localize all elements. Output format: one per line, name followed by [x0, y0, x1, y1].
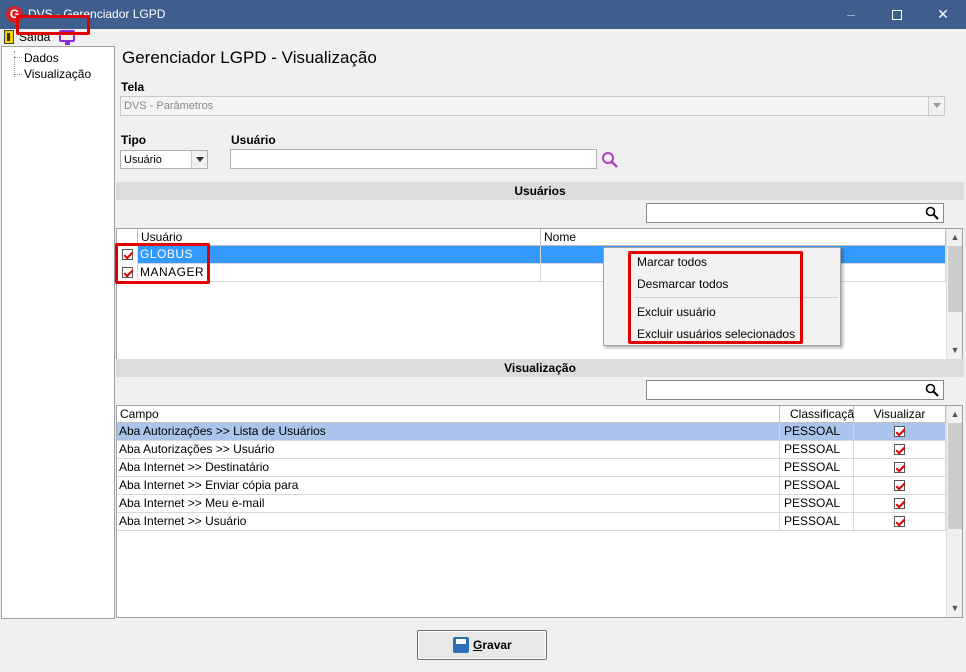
scroll-down-icon[interactable]: ▼ [947, 600, 962, 617]
chevron-down-icon[interactable] [191, 151, 207, 168]
visualizar-checkbox[interactable] [894, 444, 905, 455]
visualizar-checkbox[interactable] [894, 480, 905, 491]
visualizacao-scrollbar[interactable]: ▲ ▼ [946, 406, 962, 617]
cell-classificacao: PESSOAL [780, 441, 854, 459]
table-row[interactable]: Aba Internet >> Enviar cópia para PESSOA… [117, 477, 946, 495]
highlight-box [16, 15, 90, 35]
users-filter-input[interactable] [646, 203, 944, 223]
tipo-select-value: Usuário [124, 154, 162, 166]
users-scrollbar[interactable]: ▲ ▼ [946, 229, 962, 359]
tela-label: Tela [121, 80, 145, 94]
column-header-campo[interactable]: Campo [117, 406, 780, 423]
cell-classificacao: PESSOAL [780, 459, 854, 477]
maximize-icon[interactable] [874, 0, 920, 29]
cell-classificacao: PESSOAL [780, 477, 854, 495]
visualizar-checkbox[interactable] [894, 516, 905, 527]
tipo-select[interactable]: Usuário [120, 150, 208, 169]
column-header-visualizar[interactable]: Visualizar [854, 406, 946, 423]
highlight-box [628, 251, 803, 344]
usuario-input[interactable] [230, 149, 597, 169]
exit-door-icon[interactable] [4, 30, 14, 44]
tela-select[interactable]: DVS - Parâmetros [120, 96, 945, 116]
cell-campo: Aba Internet >> Meu e-mail [117, 495, 780, 513]
tree-item-visualizacao[interactable]: Visualização [24, 67, 91, 81]
title-bar: G DVS - Gerenciador LGPD – ✕ [0, 0, 966, 29]
scroll-up-icon[interactable]: ▲ [947, 406, 962, 423]
cell-campo: Aba Internet >> Destinatário [117, 459, 780, 477]
cell-campo: Aba Autorizações >> Usuário [117, 441, 780, 459]
save-button-label: Gravar [473, 638, 512, 652]
users-section-title: Usuários [116, 182, 964, 200]
table-row[interactable]: Aba Internet >> Usuário PESSOAL [117, 513, 946, 531]
highlight-box [115, 243, 210, 284]
scroll-thumb[interactable] [948, 423, 962, 529]
search-icon[interactable] [925, 206, 939, 220]
column-header-classificacao[interactable]: Classificação [780, 406, 861, 423]
floppy-disk-icon [453, 637, 469, 653]
scroll-down-icon[interactable]: ▼ [947, 342, 962, 359]
scroll-thumb[interactable] [948, 246, 962, 312]
cell-campo: Aba Autorizações >> Lista de Usuários [117, 423, 780, 441]
visualizacao-grid: Campo Classificação Visualizar Aba Autor… [116, 405, 963, 618]
cell-classificacao: PESSOAL [780, 423, 854, 441]
cell-classificacao: PESSOAL [780, 513, 854, 531]
table-row[interactable]: Aba Autorizações >> Lista de Usuários PE… [117, 423, 946, 441]
cell-classificacao: PESSOAL [780, 495, 854, 513]
scroll-up-icon[interactable]: ▲ [947, 229, 962, 246]
usuario-label: Usuário [231, 133, 276, 147]
search-icon[interactable] [925, 383, 939, 397]
table-row[interactable]: Aba Internet >> Meu e-mail PESSOAL [117, 495, 946, 513]
page-title: Gerenciador LGPD - Visualização [122, 48, 377, 67]
cell-campo: Aba Internet >> Enviar cópia para [117, 477, 780, 495]
visualizacao-section-title: Visualização [116, 359, 964, 377]
visualizar-checkbox[interactable] [894, 462, 905, 473]
chevron-down-icon[interactable] [928, 97, 944, 115]
column-header-nome[interactable]: Nome [541, 229, 946, 246]
visualizar-checkbox[interactable] [894, 498, 905, 509]
search-icon[interactable] [601, 151, 619, 169]
toolbar: Saída [0, 29, 966, 46]
save-button[interactable]: Gravar [417, 630, 547, 660]
cell-campo: Aba Internet >> Usuário [117, 513, 780, 531]
table-row[interactable]: Aba Autorizações >> Usuário PESSOAL [117, 441, 946, 459]
navigation-tree: Dados Visualização [1, 46, 115, 619]
minimize-icon[interactable]: – [828, 0, 874, 29]
visualizacao-filter-input[interactable] [646, 380, 944, 400]
tipo-label: Tipo [121, 133, 147, 147]
visualizar-checkbox[interactable] [894, 426, 905, 437]
table-row[interactable]: Aba Internet >> Destinatário PESSOAL [117, 459, 946, 477]
context-menu: Marcar todos Desmarcar todos Excluir usu… [603, 247, 841, 346]
tela-select-value: DVS - Parâmetros [124, 100, 214, 112]
close-icon[interactable]: ✕ [920, 0, 966, 29]
tree-item-dados[interactable]: Dados [24, 51, 59, 65]
